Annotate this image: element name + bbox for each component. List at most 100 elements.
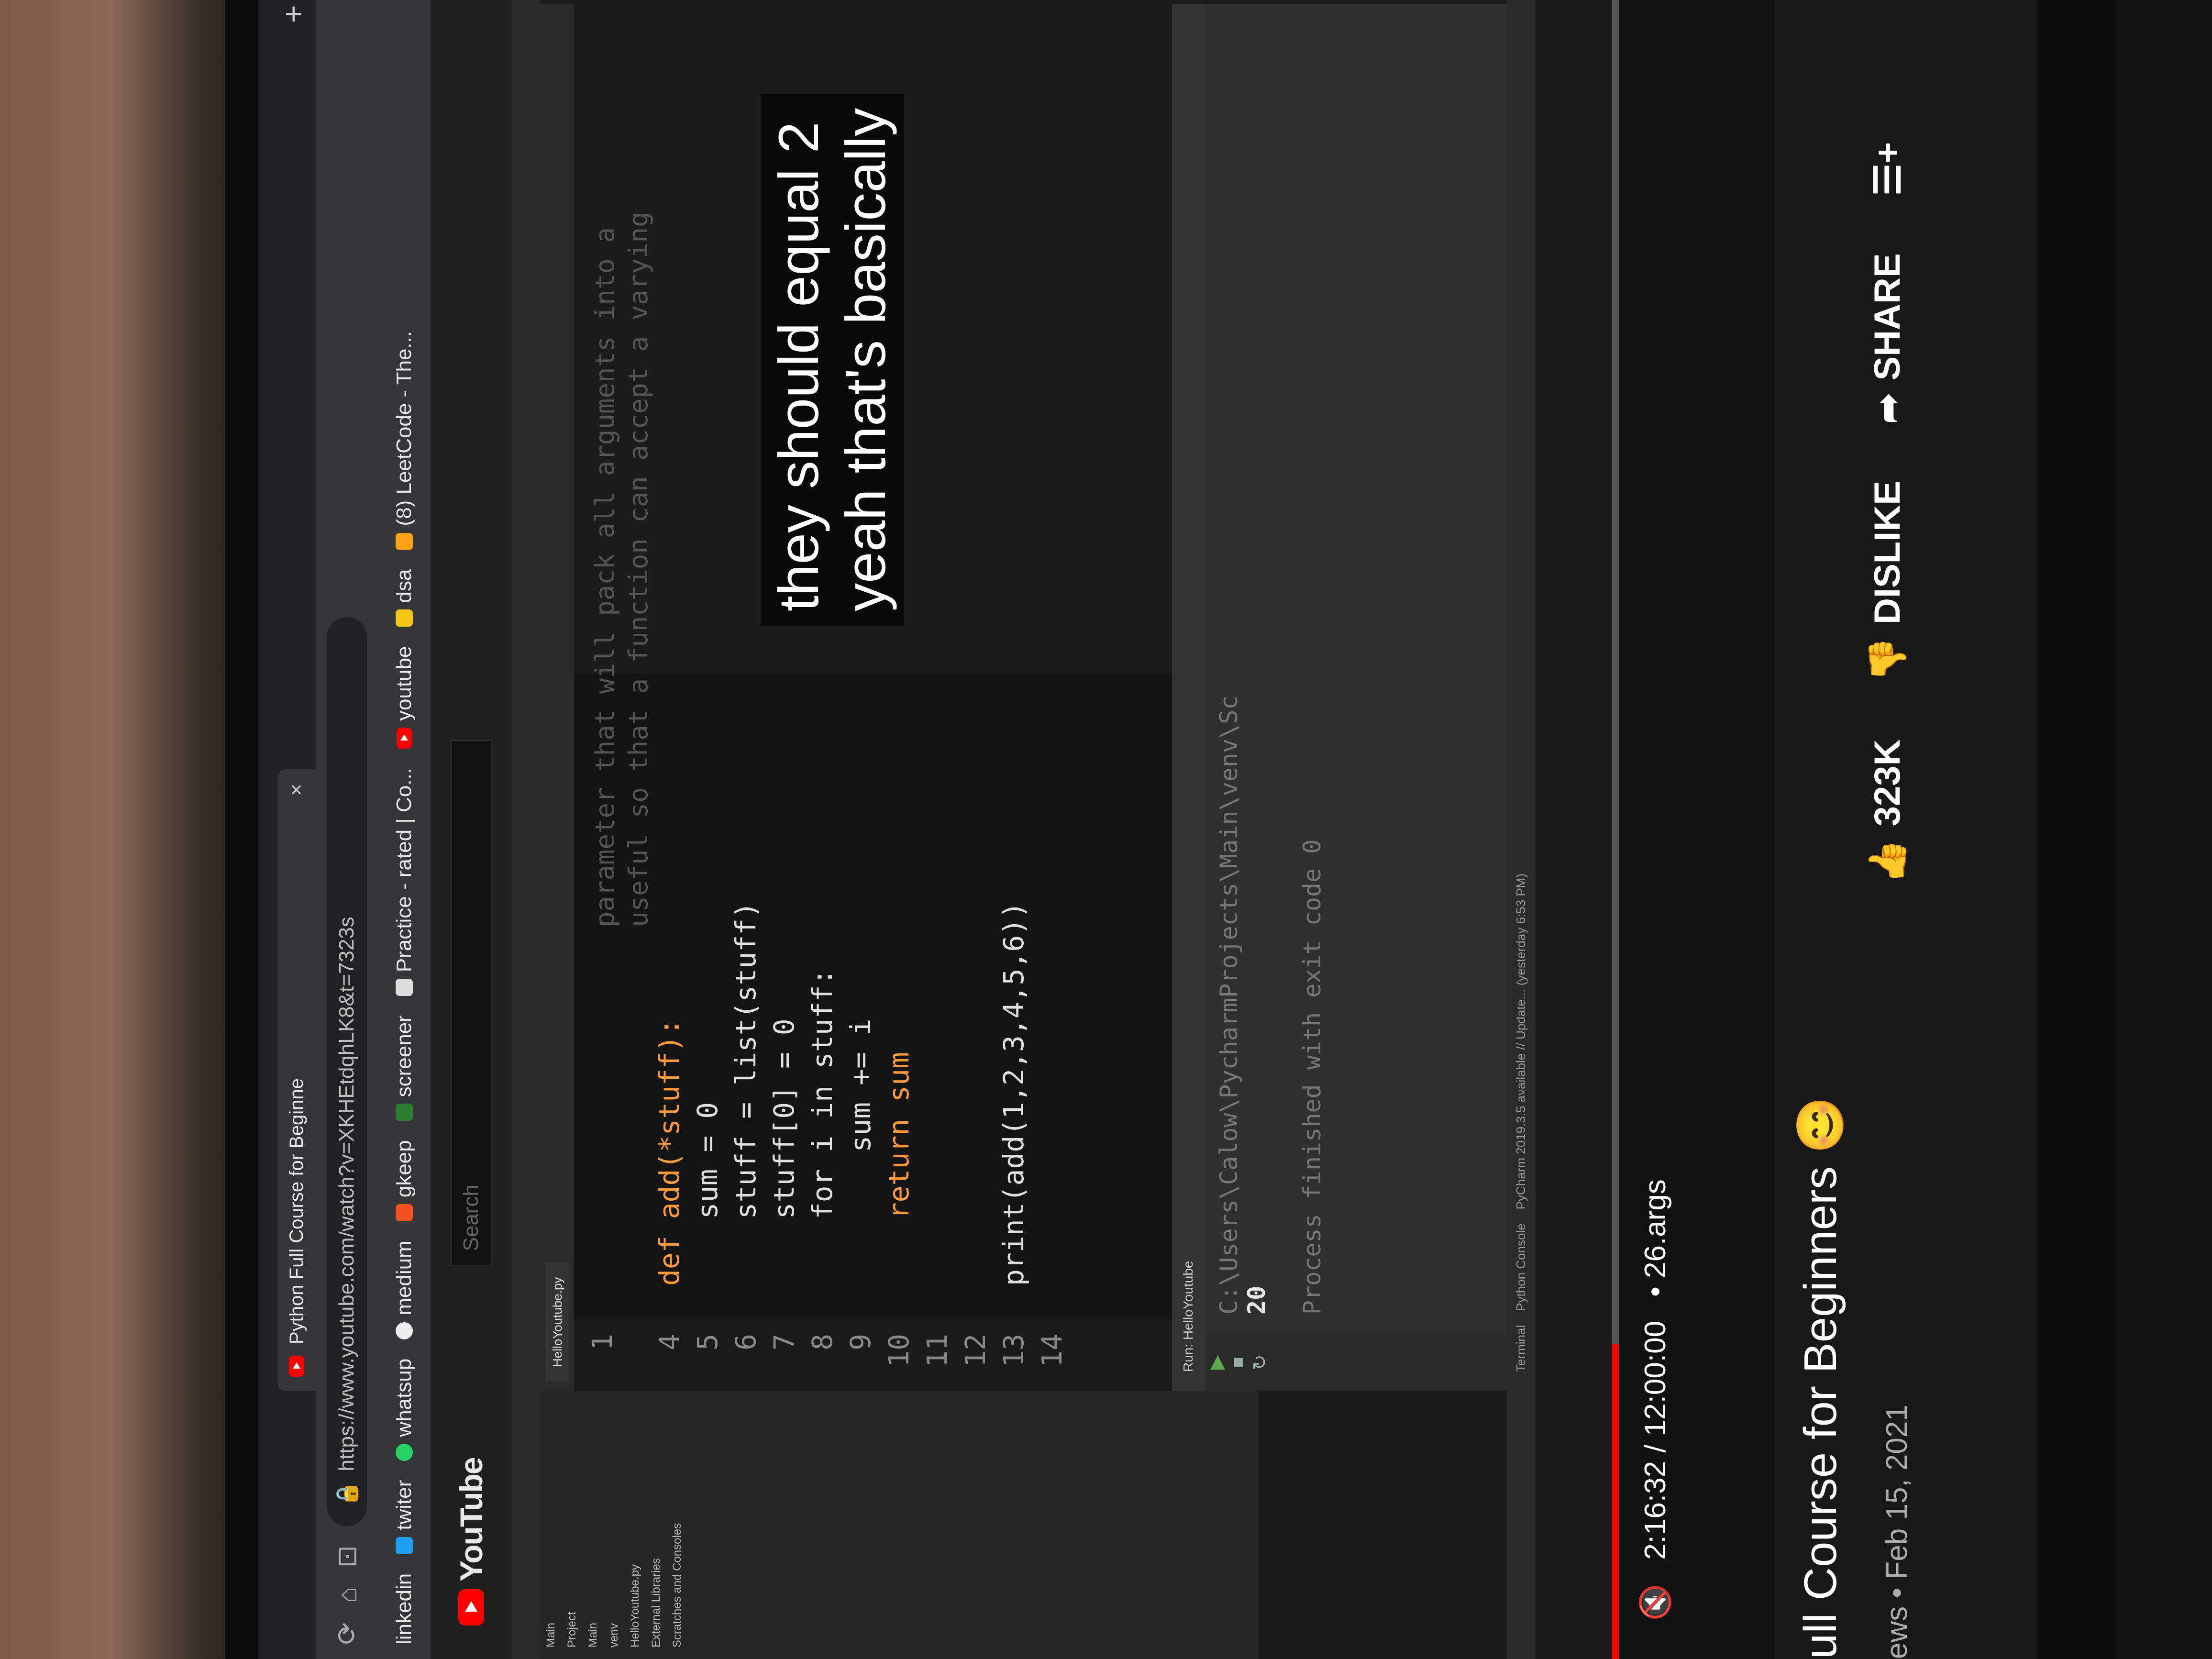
bookmark-label: twiter (392, 1480, 416, 1530)
bookmark-youtube[interactable]: youtube (392, 646, 416, 749)
thumbs-down-icon: 👎 (1867, 637, 1908, 682)
status-tab: Terminal (1514, 1325, 1528, 1372)
bookmark-label: screener (392, 1015, 416, 1097)
ide-statusbar: Terminal Python Console PyCharm 2019.3.5… (1507, 0, 1536, 1659)
gkeep-icon (396, 1204, 413, 1222)
thumbs-up-icon: 👍 (1867, 839, 1908, 884)
save-to-playlist-button[interactable]: ☰+ (1866, 142, 1909, 196)
lock-icon: 🔒 (335, 1481, 359, 1507)
bookmark-screener[interactable]: screener (392, 1015, 416, 1121)
bookmark-whatsup[interactable]: whatsup (392, 1359, 416, 1461)
reload-icon[interactable]: ⟳ (331, 1622, 363, 1645)
run-console: C:\Users\Calow\PycharmProjects\Main\venv… (1206, 4, 1507, 1334)
ide-editor-tabs: HelloYoutube.py (541, 4, 574, 1391)
like-count: 323K (1867, 739, 1908, 827)
mute-icon[interactable]: 🔇 (1638, 1584, 1673, 1621)
run-toolbar: ▶ ■ ↻ (1206, 1334, 1507, 1391)
bookmark-practice[interactable]: Practice - rated | Co... (392, 768, 416, 996)
bookmark-twiter[interactable]: twiter (392, 1480, 416, 1554)
bookmark-label: youtube (392, 646, 416, 721)
twitter-icon (396, 1537, 413, 1554)
laptop-screen: Python Full Course for Beginne × + ⟳ ⌂ ⊡… (258, 0, 2038, 1659)
codechef-icon (396, 979, 413, 996)
video-player[interactable]: Main Project Main venv HelloYoutube.py E… (512, 0, 1775, 1659)
youtube-logo-icon (458, 1589, 484, 1626)
folder-icon (396, 609, 413, 627)
youtube-favicon-icon (289, 1356, 304, 1377)
bookmark-label: dsa (392, 569, 416, 603)
playlist-add-icon: ☰+ (1867, 142, 1908, 196)
run-tab: Run: HelloYoutube (1172, 4, 1206, 1391)
video-title-text: ull Course for Beginners (1795, 1166, 1846, 1659)
project-item: External Libraries (650, 1558, 663, 1648)
youtube-header: YouTube Search (431, 0, 512, 1659)
address-bar-row: ⟳ ⌂ ⊡ 🔒 https://www.youtube.com/watch?v=… (316, 0, 378, 1659)
whatsapp-icon (396, 1443, 413, 1461)
share-icon: ➦ (1867, 393, 1908, 424)
player-controls: 🔇 2:16:32 / 12:00:00 • 26.args (1622, 0, 1689, 1659)
medium-icon (396, 1322, 413, 1339)
tab-bar: Python Full Course for Beginne × + (258, 0, 316, 1659)
tab-youtube-video[interactable]: Python Full Course for Beginne × (277, 769, 316, 1391)
dislike-label: DISLIKE (1867, 481, 1908, 625)
docstring-comment: parameter that will pack all arguments i… (574, 0, 775, 941)
bookmark-gkeep[interactable]: gkeep (392, 1140, 416, 1222)
dislike-button[interactable]: 👎 DISLIKE (1866, 481, 1909, 682)
project-item: Project (565, 1612, 578, 1648)
bookmark-label: (8) LeetCode - The... (392, 331, 416, 526)
bookmark-linkedin[interactable]: linkedin (392, 1573, 416, 1645)
status-text: PyCharm 2019.3.5 available // Update... … (1514, 874, 1528, 1210)
project-item: venv (608, 1623, 620, 1648)
home-icon[interactable]: ⌂ (332, 1587, 363, 1603)
youtube-logo-text: YouTube (453, 1458, 489, 1582)
status-tab: Python Console (1514, 1223, 1528, 1311)
share-button[interactable]: ➦ SHARE (1866, 253, 1909, 423)
bookmark-label: medium (392, 1240, 416, 1316)
video-frame-pycharm: Main Project Main venv HelloYoutube.py E… (512, 0, 1612, 1659)
url-field[interactable]: 🔒 https://www.youtube.com/watch?v=XKHEtd… (327, 617, 367, 1526)
youtube-logo[interactable]: YouTube (453, 1458, 489, 1626)
tab-close-icon[interactable]: × (285, 784, 309, 796)
bookmark-icon[interactable]: ⊡ (331, 1545, 363, 1568)
bookmark-label: whatsup (392, 1358, 416, 1437)
run-path: C:\Users\Calow\PycharmProjects\Main\venv… (1215, 695, 1243, 1315)
project-item: Main (586, 1622, 599, 1648)
bookmark-label: gkeep (392, 1140, 416, 1198)
url-text: https://www.youtube.com/watch?v=XKHEtdqh… (335, 917, 358, 1471)
run-finished: Process finished with exit code 0 (1298, 839, 1326, 1315)
project-item: Scratches and Consoles (671, 1523, 684, 1648)
bookmark-dsa[interactable]: dsa (392, 569, 416, 627)
ide-file-tab: HelloYoutube.py (545, 1262, 570, 1382)
run-play-icon: ▶ (1206, 1355, 1227, 1370)
project-item: Main (544, 1622, 557, 1648)
docstring-line: parameter that will pack all arguments i… (590, 227, 620, 927)
video-progress-fill (1612, 1344, 1619, 1659)
new-tab-button[interactable]: + (276, 5, 311, 23)
share-label: SHARE (1867, 253, 1908, 381)
bookmark-leetcode[interactable]: (8) LeetCode - The... (392, 331, 416, 550)
like-button[interactable]: 👍 323K (1866, 740, 1909, 884)
chapter-label[interactable]: • 26.args (1638, 1179, 1672, 1297)
ide-project-panel: Main Project Main venv HelloYoutube.py E… (541, 1391, 1258, 1659)
search-placeholder: Search (459, 1184, 483, 1251)
browser-window: Python Full Course for Beginne × + ⟳ ⌂ ⊡… (258, 0, 2038, 1659)
ide-titlebar (512, 0, 541, 1659)
video-title: ull Course for Beginners 😊 (1794, 1096, 1847, 1659)
project-item: HelloYoutube.py (629, 1564, 641, 1648)
youtube-icon (397, 728, 412, 749)
search-input[interactable]: Search (451, 740, 492, 1267)
bookmark-label: linkedin (392, 1573, 416, 1645)
tab-title: Python Full Course for Beginne (286, 1078, 307, 1344)
video-actions: 👍 323K 👎 DISLIKE ➦ SHARE ☰+ (1866, 142, 1909, 884)
bookmark-medium[interactable]: medium (392, 1240, 416, 1339)
video-meta: ews • Feb 15, 2021 (1880, 1405, 1913, 1659)
ide-run-panel: Run: HelloYoutube ▶ ■ ↻ C:\Users\Calow\P… (1172, 4, 1507, 1391)
video-progress-bar[interactable] (1612, 0, 1619, 1659)
emoji-icon: 😊 (1795, 1096, 1846, 1154)
screener-icon (396, 1104, 413, 1121)
run-rerun-icon: ↻ (1250, 1354, 1271, 1371)
video-info: ull Course for Beginners 😊 ews • Feb 15,… (1775, 0, 2038, 1659)
docstring-line: useful so that a function can accept a v… (623, 211, 653, 928)
leetcode-icon (396, 532, 413, 550)
run-output: 20 (1243, 1285, 1271, 1315)
